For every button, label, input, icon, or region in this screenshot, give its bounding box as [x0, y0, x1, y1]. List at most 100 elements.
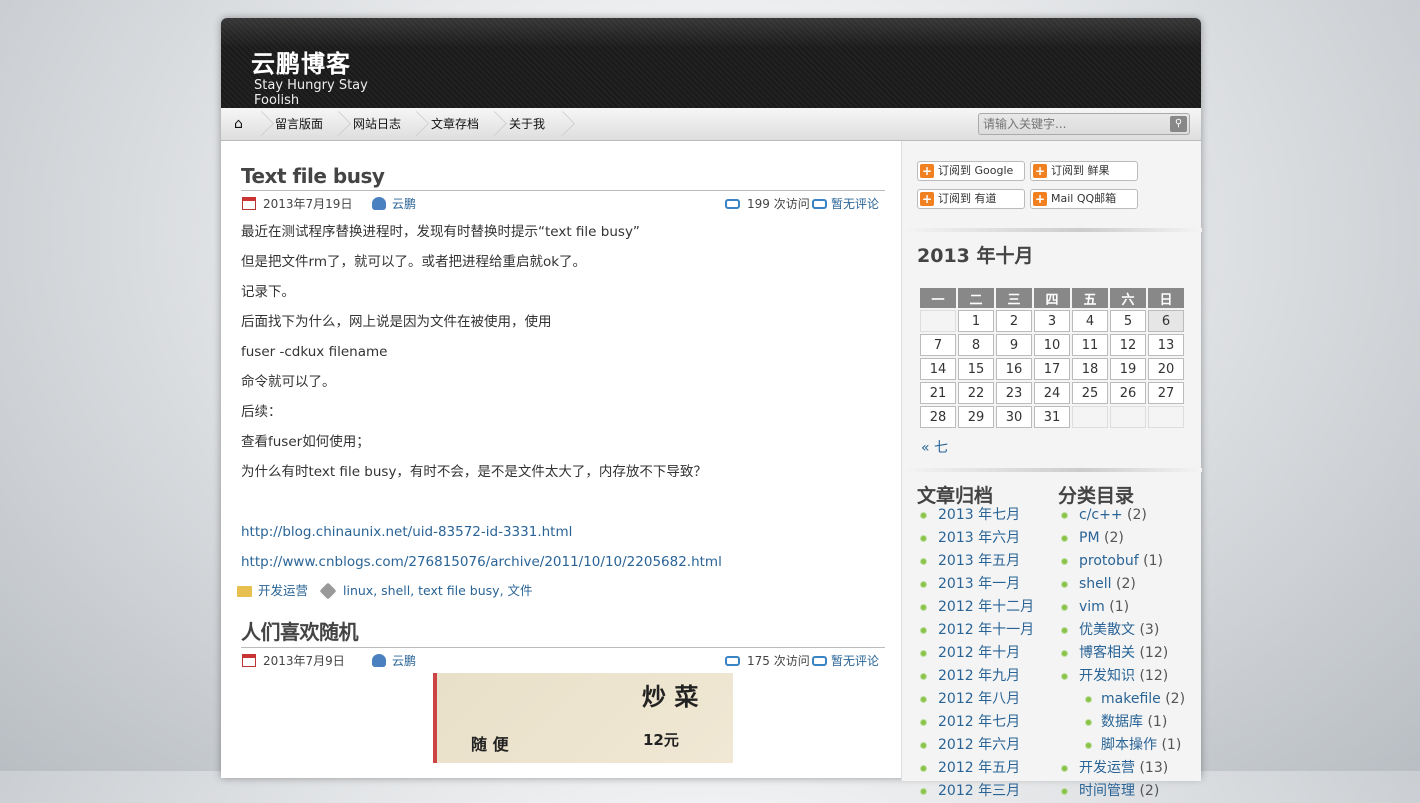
weekday: 五: [1072, 288, 1108, 308]
archive-item[interactable]: 2012 年十一月: [917, 619, 1034, 642]
calendar-day: 12: [1110, 334, 1146, 356]
category-item[interactable]: protobuf (1): [1058, 550, 1185, 573]
image-text: 12元: [643, 731, 679, 749]
tag-icon: [319, 582, 337, 600]
post-link[interactable]: http://blog.chinaunix.net/uid-83572-id-3…: [241, 524, 572, 540]
category-item[interactable]: 开发运营 (13): [1058, 757, 1185, 780]
site-title[interactable]: 云鹏博客: [251, 44, 351, 79]
nav-separator: [560, 108, 572, 141]
calendar-day: [1110, 406, 1146, 428]
post-image: 炒 菜 随 便 12元: [433, 673, 733, 763]
nav-item-site-log[interactable]: 网站日志: [353, 108, 401, 141]
archive-item[interactable]: 2012 年八月: [917, 688, 1034, 711]
category-item[interactable]: vim (1): [1058, 596, 1185, 619]
nav-separator: [336, 108, 348, 141]
calendar-day: 30: [996, 406, 1032, 428]
post-paragraph: 最近在测试程序替换进程时，发现有时替换时提示“text file busy”: [241, 224, 640, 240]
weekday: 三: [996, 288, 1032, 308]
nav-item-about[interactable]: 关于我: [509, 108, 545, 141]
archive-item[interactable]: 2012 年三月: [917, 780, 1034, 803]
weekday: 四: [1034, 288, 1070, 308]
post-meta: 2013年7月9日 云鹏 175 次访问 暂无评论: [241, 648, 885, 674]
calendar-day: 8: [958, 334, 994, 356]
post-category[interactable]: 开发运营: [258, 577, 308, 605]
post-title[interactable]: Text file busy: [241, 164, 885, 191]
calendar-icon: [242, 197, 256, 210]
sidebar-divider: [902, 468, 1202, 472]
category-item[interactable]: 开发知识 (12): [1058, 665, 1185, 688]
category-item[interactable]: shell (2): [1058, 573, 1185, 596]
calendar-day: 4: [1072, 310, 1108, 332]
calendar-week: 21 22 23 24 25 26 27: [920, 382, 1184, 404]
post-views: 175 次访问: [747, 654, 810, 668]
weekday: 六: [1110, 288, 1146, 308]
calendar-prev-link[interactable]: « 七: [921, 437, 948, 457]
archive-item[interactable]: 2012 年十二月: [917, 596, 1034, 619]
calendar-day: 13: [1148, 334, 1184, 356]
nav-item-guestbook[interactable]: 留言版面: [275, 108, 323, 141]
archive-item[interactable]: 2013 年七月: [917, 504, 1034, 527]
subscribe-qqmail-button[interactable]: Mail QQ邮箱: [1030, 189, 1138, 209]
post-tags[interactable]: linux, shell, text file busy, 文件: [343, 577, 533, 605]
archive-item[interactable]: 2012 年七月: [917, 711, 1034, 734]
calendar-day: 7: [920, 334, 956, 356]
archives-list: 2013 年七月 2013 年六月 2013 年五月 2013 年一月 2012…: [917, 504, 1034, 803]
archive-item[interactable]: 2012 年六月: [917, 734, 1034, 757]
post-date: 2013年7月19日: [263, 197, 353, 211]
post-paragraph: 后面找下为什么，网上说是因为文件在被使用，使用: [241, 314, 552, 330]
post-author[interactable]: 云鹏: [392, 191, 416, 217]
calendar-day: 11: [1072, 334, 1108, 356]
subcategory-item[interactable]: makefile (2): [1058, 688, 1185, 711]
home-icon[interactable]: ⌂: [234, 108, 243, 141]
subcategory-item[interactable]: 数据库 (1): [1058, 711, 1185, 734]
nav-separator: [259, 108, 271, 141]
archive-item[interactable]: 2013 年一月: [917, 573, 1034, 596]
search-input[interactable]: [979, 114, 1164, 134]
main-content: Text file busy 2013年7月19日 云鹏 199 次访问 暂无评…: [221, 141, 901, 763]
post-title[interactable]: 人们喜欢随机: [241, 616, 885, 648]
search-icon[interactable]: ⚲: [1170, 116, 1187, 132]
calendar-week: 28 29 30 31: [920, 406, 1184, 428]
post-footer: 开发运营 linux, shell, text file busy, 文件: [237, 577, 885, 605]
post-author[interactable]: 云鹏: [392, 648, 416, 674]
calendar-day: 3: [1034, 310, 1070, 332]
category-item[interactable]: 时间管理 (2): [1058, 780, 1185, 803]
calendar-day: 5: [1110, 310, 1146, 332]
calendar-day: 17: [1034, 358, 1070, 380]
calendar-day: 16: [996, 358, 1032, 380]
post-comments-link[interactable]: 暂无评论: [831, 648, 879, 674]
subscribe-youdao-button[interactable]: 订阅到 有道: [917, 189, 1025, 209]
calendar-week: 14 15 16 17 18 19 20: [920, 358, 1184, 380]
weekday: 日: [1148, 288, 1184, 308]
calendar-day: 21: [920, 382, 956, 404]
views-icon: [725, 199, 740, 209]
page-wrapper: 云鹏博客 Stay Hungry Stay Foolish ⌂ 留言版面 网站日…: [221, 18, 1202, 799]
post-link[interactable]: http://www.cnblogs.com/276815076/archive…: [241, 554, 722, 570]
archive-item[interactable]: 2013 年六月: [917, 527, 1034, 550]
calendar-day: 31: [1034, 406, 1070, 428]
post-comments-link[interactable]: 暂无评论: [831, 191, 879, 217]
site-header: 云鹏博客 Stay Hungry Stay Foolish: [221, 18, 1201, 108]
sidebar: 订阅到 Google 订阅到 鲜果 订阅到 有道 Mail QQ邮箱 2013 …: [901, 141, 1202, 799]
category-item[interactable]: PM (2): [1058, 527, 1185, 550]
subscribe-google-button[interactable]: 订阅到 Google: [917, 161, 1025, 181]
calendar-day: [1148, 406, 1184, 428]
calendar-day: 9: [996, 334, 1032, 356]
archive-item[interactable]: 2013 年五月: [917, 550, 1034, 573]
post-paragraph: 为什么有时text file busy，有时不会，是不是文件太大了，内存放不下导…: [241, 464, 707, 480]
categories-list: c/c++ (2) PM (2) protobuf (1) shell (2) …: [1058, 504, 1185, 803]
archive-item[interactable]: 2012 年九月: [917, 665, 1034, 688]
subscribe-xianguo-button[interactable]: 订阅到 鲜果: [1030, 161, 1138, 181]
comment-icon: [812, 656, 827, 666]
category-item[interactable]: 博客相关 (12): [1058, 642, 1185, 665]
category-item[interactable]: 优美散文 (3): [1058, 619, 1185, 642]
subcategory-item[interactable]: 脚本操作 (1): [1058, 734, 1185, 757]
archive-item[interactable]: 2012 年五月: [917, 757, 1034, 780]
nav-item-archive[interactable]: 文章存档: [431, 108, 479, 141]
calendar-day: 18: [1072, 358, 1108, 380]
post: 人们喜欢随机 2013年7月9日 云鹏 175 次访问 暂无评论 炒 菜 随 便…: [241, 616, 885, 763]
main-nav: ⌂ 留言版面 网站日志 文章存档 关于我 ⚲: [221, 108, 1201, 141]
category-item[interactable]: c/c++ (2): [1058, 504, 1185, 527]
archive-item[interactable]: 2012 年十月: [917, 642, 1034, 665]
post-views: 199 次访问: [747, 197, 810, 211]
